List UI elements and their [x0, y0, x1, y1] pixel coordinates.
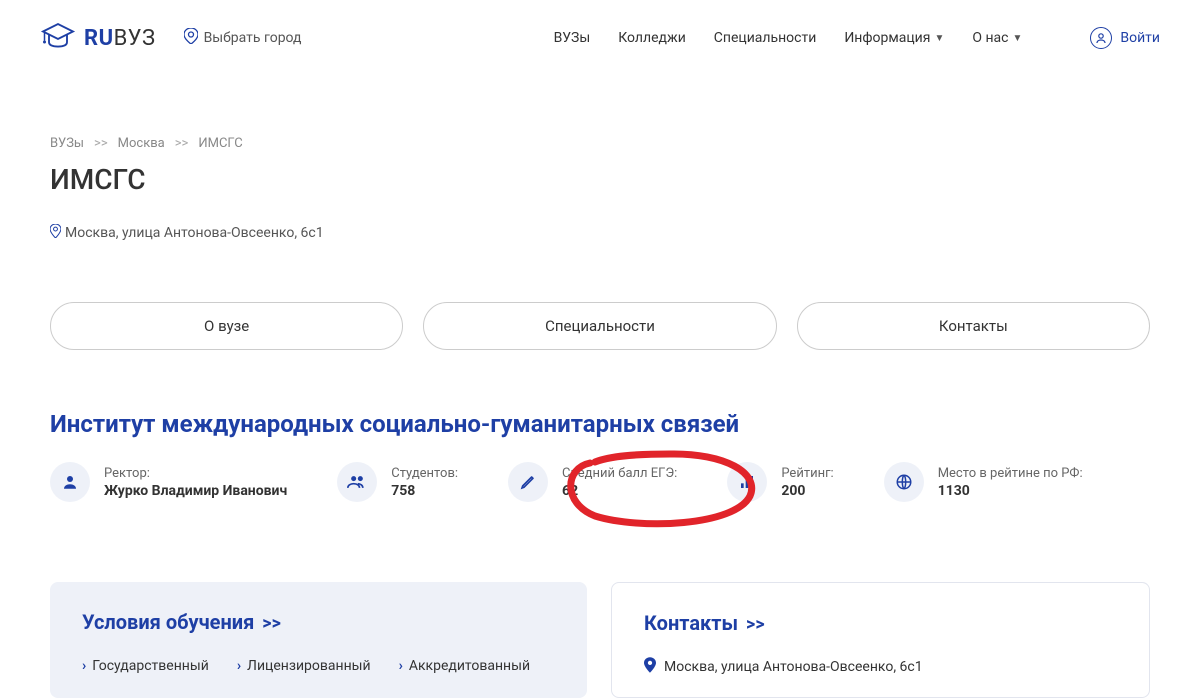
breadcrumb-sep: >> — [94, 136, 108, 151]
tab-about[interactable]: О вузе — [50, 302, 403, 350]
nav-info[interactable]: Информация▼ — [844, 30, 944, 46]
stat-rector: Ректор: Журко Владимир Иванович — [50, 462, 287, 502]
nav-colleges[interactable]: Колледжи — [618, 30, 686, 46]
double-arrow-icon: >> — [262, 613, 281, 634]
stat-value: 200 — [781, 483, 833, 499]
graduation-cap-icon — [40, 18, 76, 58]
nav-about[interactable]: О нас▼ — [972, 30, 1022, 46]
pencil-icon — [508, 462, 548, 502]
conditions-card: Условия обучения>> ›Государственный ›Лиц… — [50, 582, 587, 698]
pin-icon — [184, 28, 198, 48]
stat-value: 62 — [562, 483, 677, 499]
stat-avg-score: Средний балл ЕГЭ: 62 — [508, 462, 677, 502]
stat-label: Средний балл ЕГЭ: — [562, 466, 677, 481]
contact-address: Москва, улица Антонова-Овсеенко, 6с1 — [644, 657, 1117, 677]
logo[interactable]: RUВУЗ — [40, 18, 156, 58]
chevron-right-icon: › — [399, 658, 403, 674]
tab-contacts[interactable]: Контакты — [797, 302, 1150, 350]
user-icon — [1090, 27, 1112, 49]
login-label: Войти — [1120, 30, 1160, 46]
breadcrumb-block: ВУЗы >> Москва >> ИМСГС ИМСГС Москва, ул… — [50, 136, 1150, 242]
contacts-title[interactable]: Контакты>> — [644, 611, 1117, 635]
chevron-right-icon: › — [82, 658, 86, 674]
city-label: Выбрать город — [204, 30, 302, 46]
stat-rating: Рейтинг: 200 — [727, 462, 833, 502]
login-button[interactable]: Войти — [1090, 27, 1160, 49]
stat-students: Студентов: 758 — [337, 462, 458, 502]
double-arrow-icon: >> — [746, 614, 765, 635]
breadcrumb-current: ИМСГС — [198, 136, 242, 151]
stat-label: Рейтинг: — [781, 466, 833, 481]
header: RUВУЗ Выбрать город ВУЗы Колледжи Специа… — [0, 0, 1200, 76]
breadcrumb-sep: >> — [175, 136, 189, 151]
pin-icon — [644, 657, 656, 677]
stat-label: Студентов: — [391, 466, 458, 481]
tab-row: О вузе Специальности Контакты — [50, 302, 1150, 350]
conditions-list: ›Государственный ›Лицензированный ›Аккре… — [82, 658, 555, 674]
stat-rank-rf: Место в рейтине по РФ: 1130 — [884, 462, 1083, 502]
address-line: Москва, улица Антонова-Овсеенко, 6с1 — [50, 224, 1150, 242]
tab-specialties[interactable]: Специальности — [423, 302, 776, 350]
bars-icon — [727, 462, 767, 502]
condition-item: ›Государственный — [82, 658, 209, 674]
globe-icon — [884, 462, 924, 502]
stat-label: Место в рейтине по РФ: — [938, 466, 1083, 481]
section-title: Институт международных социально-гуманит… — [50, 410, 1150, 438]
conditions-title[interactable]: Условия обучения>> — [82, 610, 555, 634]
breadcrumb-city[interactable]: Москва — [118, 136, 165, 151]
page-title: ИМСГС — [50, 163, 1150, 196]
city-picker[interactable]: Выбрать город — [184, 28, 302, 48]
nav-vuzy[interactable]: ВУЗы — [554, 30, 591, 46]
cards-row: Условия обучения>> ›Государственный ›Лиц… — [50, 582, 1150, 698]
caret-down-icon: ▼ — [934, 33, 944, 44]
stat-value: Журко Владимир Иванович — [104, 483, 287, 499]
stats-row: Ректор: Журко Владимир Иванович Студенто… — [50, 462, 1150, 502]
contacts-card: Контакты>> Москва, улица Антонова-Овсеен… — [611, 582, 1150, 698]
condition-item: ›Лицензированный — [237, 658, 371, 674]
person-icon — [50, 462, 90, 502]
stat-value: 758 — [391, 483, 458, 499]
logo-text: RUВУЗ — [84, 26, 156, 51]
chevron-right-icon: › — [237, 658, 241, 674]
stat-value: 1130 — [938, 483, 1083, 499]
breadcrumb: ВУЗы >> Москва >> ИМСГС — [50, 136, 1150, 151]
address-text: Москва, улица Антонова-Овсеенко, 6с1 — [65, 225, 324, 241]
caret-down-icon: ▼ — [1012, 33, 1022, 44]
breadcrumb-vuzy[interactable]: ВУЗы — [50, 136, 84, 151]
stat-label: Ректор: — [104, 466, 287, 481]
nav-specialties[interactable]: Специальности — [714, 30, 817, 46]
people-icon — [337, 462, 377, 502]
condition-item: ›Аккредитованный — [399, 658, 530, 674]
pin-icon — [50, 224, 61, 242]
main-nav: ВУЗы Колледжи Специальности Информация▼ … — [554, 30, 1023, 46]
